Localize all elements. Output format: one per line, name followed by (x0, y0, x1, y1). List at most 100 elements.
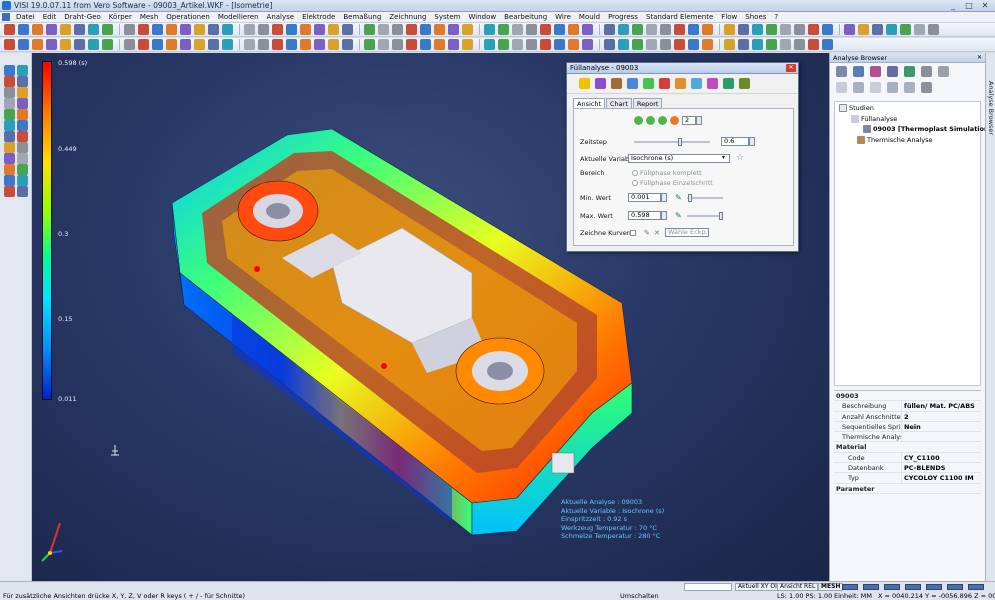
secondary-tool-icon[interactable] (364, 39, 375, 50)
side-tool-icon[interactable] (17, 120, 28, 131)
main-tool-icon[interactable] (180, 24, 191, 35)
max-wert-input[interactable]: 0.598 (628, 211, 661, 220)
side-tool-icon[interactable] (17, 109, 28, 120)
side-tool-icon[interactable] (4, 65, 15, 76)
secondary-tool-icon[interactable] (794, 39, 805, 50)
property-row[interactable]: Beschreibung füllen/ Mat. PC/ABS (834, 401, 981, 412)
side-tool-icon[interactable] (17, 142, 28, 153)
aktuell-xy-button[interactable]: Aktuell XY OI (735, 583, 780, 591)
clear-curve-icon[interactable]: ✕ (654, 229, 660, 237)
secondary-tool-icon[interactable] (194, 39, 205, 50)
secondary-tool-icon[interactable] (632, 39, 643, 50)
secondary-tool-icon[interactable] (102, 39, 113, 50)
animate-icon[interactable] (627, 78, 638, 89)
browser-move-icon[interactable] (887, 81, 898, 93)
secondary-tool-icon[interactable] (780, 39, 791, 50)
secondary-tool-icon[interactable] (604, 39, 615, 50)
main-tool-icon[interactable] (822, 24, 833, 35)
secondary-tool-icon[interactable] (208, 39, 219, 50)
side-tool-icon[interactable] (4, 109, 15, 120)
secondary-tool-icon[interactable] (462, 39, 473, 50)
secondary-tool-icon[interactable] (582, 39, 593, 50)
secondary-tool-icon[interactable] (540, 39, 551, 50)
main-tool-icon[interactable] (342, 24, 353, 35)
menu-help[interactable]: ? (770, 13, 782, 21)
browser-list-icon[interactable] (904, 81, 915, 93)
main-tool-icon[interactable] (886, 24, 897, 35)
main-tool-icon[interactable] (540, 24, 551, 35)
zeitstep-slider-track[interactable] (634, 141, 710, 143)
side-tool-icon[interactable] (4, 131, 15, 142)
main-tool-icon[interactable] (392, 24, 403, 35)
menu-app-icon[interactable] (2, 13, 10, 21)
main-tool-icon[interactable] (300, 24, 311, 35)
property-row[interactable]: Sequentielles SpritzenNein (834, 421, 981, 433)
main-tool-icon[interactable] (462, 24, 473, 35)
main-tool-icon[interactable] (568, 24, 579, 35)
secondary-tool-icon[interactable] (448, 39, 459, 50)
main-tool-icon[interactable] (18, 24, 29, 35)
secondary-tool-icon[interactable] (660, 39, 671, 50)
secondary-tool-icon[interactable] (18, 39, 29, 50)
main-tool-icon[interactable] (554, 24, 565, 35)
dialog-title-bar[interactable]: Füllanalyse - 09003 ✕ (567, 63, 798, 74)
side-tool-icon[interactable] (17, 186, 28, 197)
main-tool-icon[interactable] (752, 24, 763, 35)
secondary-tool-icon[interactable] (74, 39, 85, 50)
main-tool-icon[interactable] (208, 24, 219, 35)
secondary-tool-icon[interactable] (646, 39, 657, 50)
main-tool-icon[interactable] (314, 24, 325, 35)
secondary-tool-icon[interactable] (752, 39, 763, 50)
variable-select[interactable]: Isochrone (s) (628, 154, 730, 163)
browser-close-button[interactable]: ✕ (977, 53, 982, 63)
minimize-button[interactable]: _ (946, 0, 960, 11)
min-wert-spinner[interactable] (661, 193, 667, 202)
main-tool-icon[interactable] (794, 24, 805, 35)
secondary-tool-icon[interactable] (406, 39, 417, 50)
secondary-tool-icon[interactable] (286, 39, 297, 50)
main-tool-icon[interactable] (872, 24, 883, 35)
min-slider-thumb[interactable] (688, 194, 692, 202)
menu-elektrode[interactable]: Elektrode (298, 13, 339, 21)
side-tool-icon[interactable] (4, 87, 15, 98)
maximize-button[interactable]: □ (962, 0, 976, 11)
secondary-tool-icon[interactable] (568, 39, 579, 50)
secondary-tool-icon[interactable] (808, 39, 819, 50)
secondary-tool-icon[interactable] (554, 39, 565, 50)
layer-block[interactable] (863, 584, 879, 590)
secondary-tool-icon[interactable] (272, 39, 283, 50)
secondary-tool-icon[interactable] (222, 39, 233, 50)
secondary-tool-icon[interactable] (342, 39, 353, 50)
star-icon[interactable] (579, 78, 590, 89)
browser-doc-icon[interactable] (836, 81, 847, 93)
secondary-tool-icon[interactable] (702, 39, 713, 50)
secondary-tool-icon[interactable] (314, 39, 325, 50)
browser-run-icon[interactable] (887, 65, 898, 77)
browser-material-icon[interactable] (870, 65, 881, 77)
layer-block[interactable] (905, 584, 921, 590)
main-tool-icon[interactable] (286, 24, 297, 35)
layer-block[interactable] (842, 584, 858, 590)
material-row[interactable]: Code CY_C1100 (834, 452, 981, 464)
menu-system[interactable]: System (430, 13, 464, 21)
pressure-icon[interactable] (659, 78, 670, 89)
browser-new-icon[interactable] (836, 65, 847, 77)
menu-zeichnung[interactable]: Zeichnung (385, 13, 430, 21)
secondary-tool-icon[interactable] (138, 39, 149, 50)
main-tool-icon[interactable] (780, 24, 791, 35)
zeitstep-input[interactable]: 0.6 (721, 137, 749, 146)
main-tool-icon[interactable] (844, 24, 855, 35)
command-input[interactable] (684, 583, 732, 591)
main-tool-icon[interactable] (900, 24, 911, 35)
secondary-tool-icon[interactable] (300, 39, 311, 50)
toggle-label[interactable]: Umschalten (620, 592, 659, 600)
mesh-button[interactable]: MESH (818, 583, 844, 591)
max-wert-spinner[interactable] (661, 211, 667, 220)
main-tool-icon[interactable] (858, 24, 869, 35)
bereich-komplett-radio[interactable] (632, 170, 638, 176)
main-tool-icon[interactable] (808, 24, 819, 35)
flow-icon[interactable] (643, 78, 654, 89)
material-row[interactable]: Typ CYCOLOY C1100 IM (834, 473, 981, 484)
layer-block[interactable] (968, 584, 984, 590)
bereich-einzelschritt-radio[interactable] (632, 180, 638, 186)
